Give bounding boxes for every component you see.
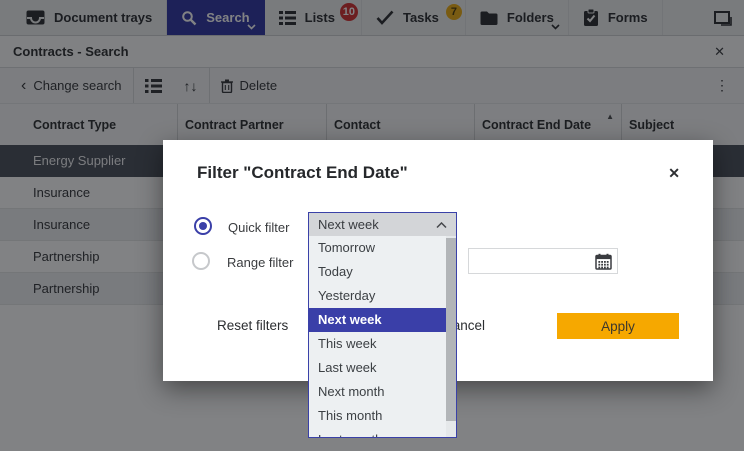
dropdown-option[interactable]: Last month <box>309 428 456 437</box>
dialog-title: Filter "Contract End Date" <box>197 163 408 183</box>
selected-value: Next week <box>318 217 379 232</box>
dropdown-option[interactable]: Tomorrow <box>309 236 456 260</box>
dropdown-option[interactable]: This week <box>309 332 456 356</box>
dropdown-option[interactable]: Yesterday <box>309 284 456 308</box>
range-date-field <box>468 248 618 274</box>
dialog-close-icon[interactable]: ✕ <box>668 165 680 182</box>
apply-button[interactable]: Apply <box>557 313 679 339</box>
app-window: Document trays Search Lists 10 Tasks 7 <box>0 0 744 451</box>
quick-filter-dropdown: Next week Tomorrow Today Yesterday Next … <box>308 212 457 438</box>
quick-filter-select[interactable]: Next week <box>309 213 456 236</box>
calendar-icon[interactable] <box>595 253 612 275</box>
dropdown-option[interactable]: Today <box>309 260 456 284</box>
dropdown-option[interactable]: Next month <box>309 380 456 404</box>
chevron-up-icon <box>436 217 447 232</box>
dropdown-option-list: Tomorrow Today Yesterday Next week This … <box>309 236 456 437</box>
dropdown-scrollbar[interactable] <box>446 236 456 437</box>
scrollbar-thumb[interactable] <box>446 238 456 421</box>
range-filter-label: Range filter <box>227 255 293 270</box>
dropdown-option-selected[interactable]: Next week <box>309 308 456 332</box>
reset-filters-button[interactable]: Reset filters <box>217 318 288 333</box>
quick-filter-label: Quick filter <box>228 220 289 235</box>
quick-filter-radio[interactable] <box>194 217 212 235</box>
range-filter-radio[interactable] <box>192 252 210 270</box>
dropdown-option[interactable]: This month <box>309 404 456 428</box>
dropdown-option[interactable]: Last week <box>309 356 456 380</box>
